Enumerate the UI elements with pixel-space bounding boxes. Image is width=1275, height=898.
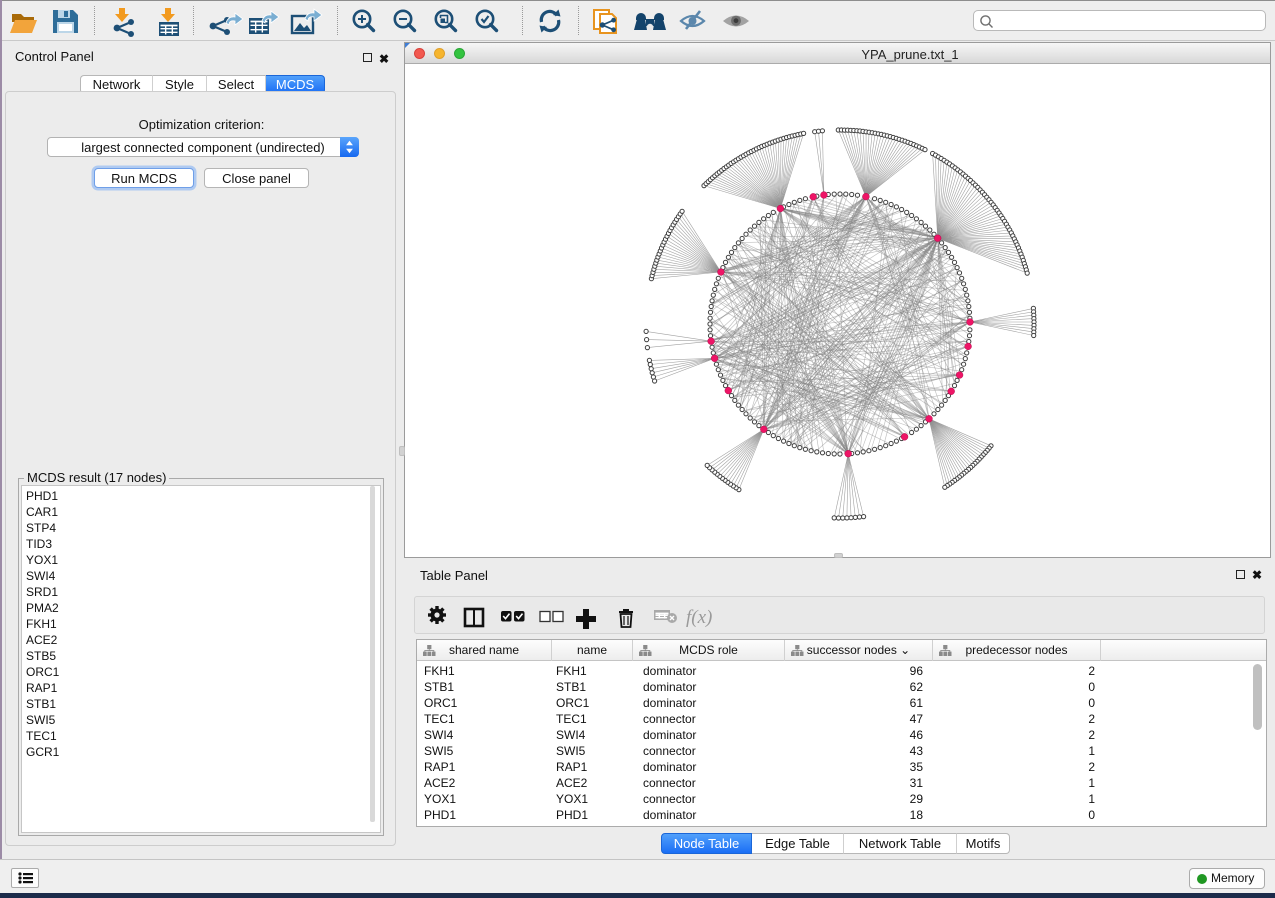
svg-text:f(x): f(x) [686, 607, 712, 628]
